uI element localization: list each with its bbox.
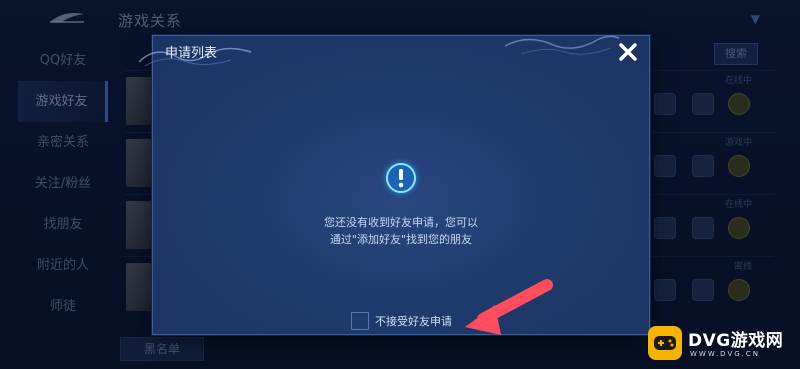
watermark-url: WWW.DVG.CN <box>690 350 761 358</box>
dialog-title: 申请列表 <box>165 46 218 61</box>
close-icon[interactable] <box>615 39 641 65</box>
cloud-ornament-icon <box>504 35 620 55</box>
reject-requests-label: 不接受好友申请 <box>375 315 452 328</box>
gamepad-icon <box>648 326 682 360</box>
reject-requests-option[interactable]: 不接受好友申请 <box>351 312 452 330</box>
exclamation-icon <box>378 155 424 201</box>
empty-state-message: 您还没有收到好友申请，您可以 通过"添加好友"找到您的朋友 <box>273 214 529 248</box>
empty-message-line: 通过"添加好友"找到您的朋友 <box>329 233 473 246</box>
dialog-header: 申请列表 <box>138 35 649 67</box>
application-list-dialog: 申请列表 您还没有收到好友申请，您可以 通过"添加好友"找到您的朋友 不接受好友… <box>138 35 650 335</box>
watermark-brand: DVG游戏网 <box>688 331 784 351</box>
empty-message-line: 您还没有收到好友申请，您可以 <box>324 216 478 229</box>
reject-requests-checkbox[interactable] <box>351 312 369 330</box>
watermark-logo: DVG游戏网 WWW.DVG.CN <box>648 324 798 366</box>
annotation-arrow-icon <box>465 279 553 335</box>
